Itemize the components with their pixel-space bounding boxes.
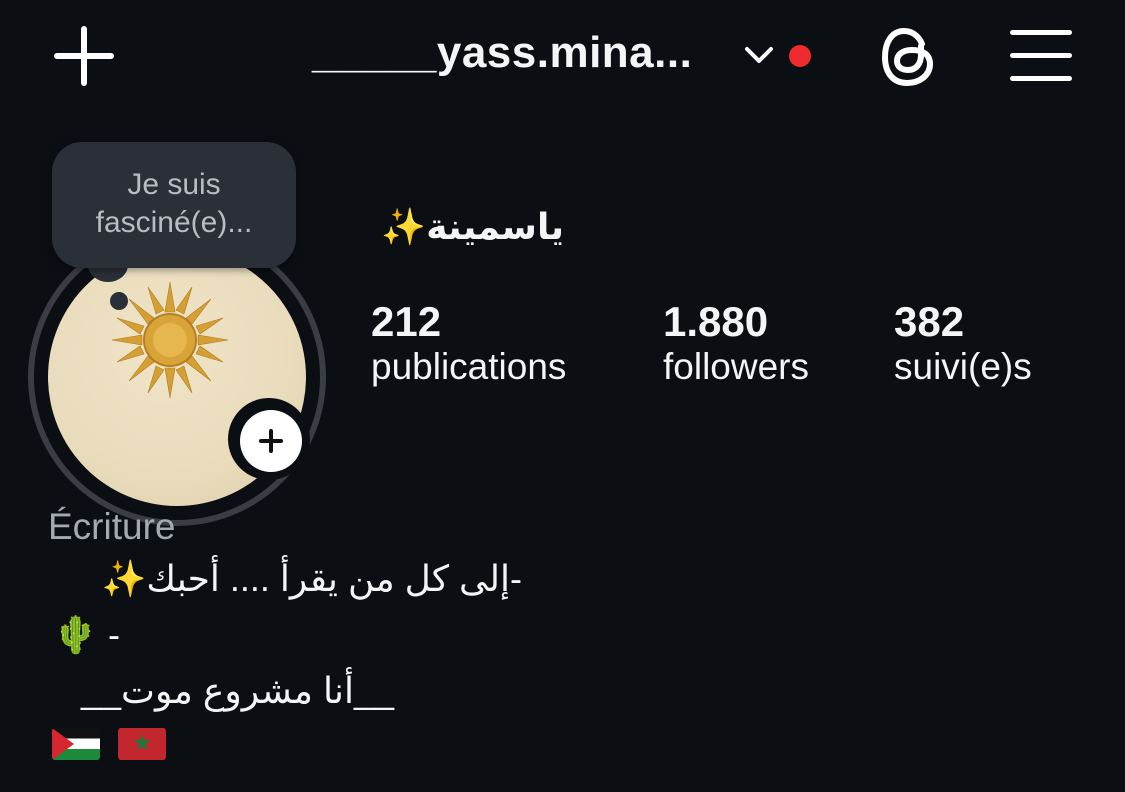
stat-following[interactable]: 382 suivi(e)s (894, 298, 1032, 388)
stat-followers-value: 1.880 (663, 298, 769, 345)
stat-posts[interactable]: 212 publications (371, 298, 566, 388)
bio-line-1: -إلى كل من يقرأ .... أحبك✨ (101, 558, 522, 599)
account-username[interactable]: _____yass.mina... (312, 28, 692, 78)
chevron-down-icon[interactable] (742, 38, 776, 72)
add-story-plus-icon[interactable] (240, 410, 302, 472)
stat-following-label: suivi(e)s (894, 346, 1032, 387)
note-bubble-dot (110, 292, 128, 310)
new-post-plus-icon[interactable] (52, 24, 116, 88)
display-name: ياسمينة✨ (381, 206, 564, 247)
hamburger-menu-icon[interactable] (1010, 30, 1072, 82)
profile-category: Écriture (48, 506, 176, 547)
notification-dot (789, 45, 811, 67)
stat-following-value: 382 (894, 298, 965, 345)
stat-followers-label: followers (663, 346, 809, 387)
palestine-flag-icon (52, 728, 100, 760)
stat-posts-label: publications (371, 346, 567, 387)
stat-followers[interactable]: 1.880 followers (663, 298, 809, 388)
morocco-flag-icon (118, 728, 167, 760)
bio-flags (52, 728, 180, 764)
note-line-1: Je suis (127, 168, 221, 201)
stat-posts-value: 212 (371, 298, 442, 345)
golden-sun-icon (111, 281, 229, 399)
note-line-2: fasciné(e)... (95, 206, 253, 239)
bio-line-3: __أنا مشروع موت__ (81, 670, 394, 711)
threads-icon[interactable] (878, 24, 940, 90)
bio-line-2: - 🌵 (53, 614, 120, 655)
note-text[interactable]: Je suis fasciné(e)... (52, 166, 296, 242)
